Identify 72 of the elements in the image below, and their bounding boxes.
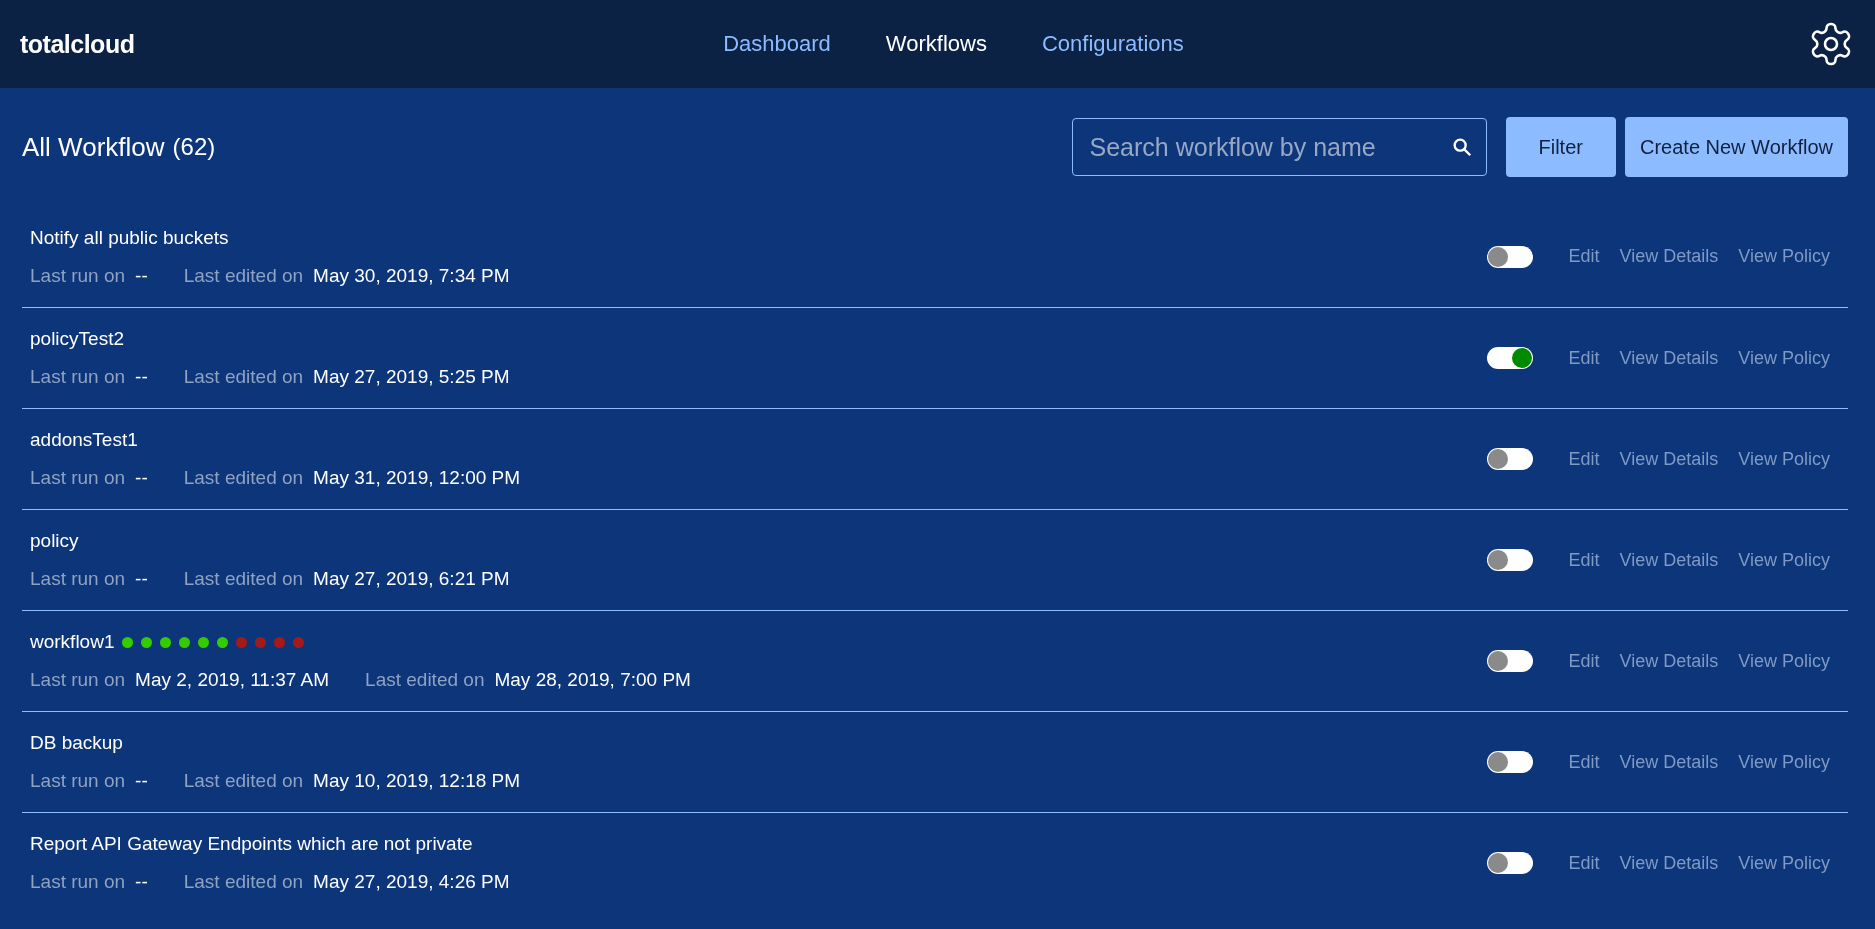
workflow-name: workflow1 <box>30 631 115 653</box>
meta-value: -- <box>135 871 148 893</box>
meta-label: Last run on <box>30 366 126 388</box>
toggle-switch[interactable] <box>1486 650 1533 672</box>
action-link[interactable]: Edit <box>1568 448 1600 470</box>
meta-label: Last run on <box>30 770 126 792</box>
meta-value: -- <box>135 770 148 792</box>
meta-label: Last run on <box>30 669 126 691</box>
toggle-switch[interactable] <box>1486 852 1533 874</box>
search-field[interactable]: Search workflow by name <box>1071 118 1487 176</box>
toggle-switch[interactable] <box>1486 549 1533 571</box>
action-link[interactable]: View Details <box>1619 751 1719 773</box>
action-link[interactable]: View Policy <box>1738 751 1830 773</box>
workflow-name: DB backup <box>30 732 123 754</box>
action-link[interactable]: Edit <box>1568 347 1600 369</box>
filter-button[interactable]: Filter <box>1505 117 1616 177</box>
workflow-name: policy <box>30 530 79 552</box>
action-link[interactable]: View Details <box>1619 347 1719 369</box>
meta-value: -- <box>135 467 148 489</box>
action-link[interactable]: View Policy <box>1738 448 1830 470</box>
logo: totalcloud <box>20 29 135 59</box>
action-link[interactable]: View Details <box>1619 246 1719 267</box>
meta-label: Last edited on <box>183 871 304 893</box>
nav-link[interactable]: Dashboard <box>723 31 831 57</box>
action-link[interactable]: View Policy <box>1738 650 1830 672</box>
meta-label: Last edited on <box>183 366 304 388</box>
action-link[interactable]: Edit <box>1568 751 1600 773</box>
meta-label: Last edited on <box>365 669 485 691</box>
meta-label: Last edited on <box>183 770 304 792</box>
action-link[interactable]: Edit <box>1568 650 1600 672</box>
action-link[interactable]: View Details <box>1619 852 1719 874</box>
meta-label: Last run on <box>30 467 126 489</box>
meta-label: Last edited on <box>183 467 304 489</box>
meta-value: May 28, 2019, 7:00 PM <box>494 669 691 691</box>
toggle-switch[interactable] <box>1486 347 1533 369</box>
action-link[interactable]: View Policy <box>1738 549 1830 571</box>
page-title: All Workflow <box>22 131 165 163</box>
nav-link[interactable]: Workflows <box>885 31 987 57</box>
meta-value: May 2, 2019, 11:37 AM <box>135 669 330 691</box>
workflow-name: Notify all public buckets <box>30 226 229 249</box>
meta-value: May 27, 2019, 4:26 PM <box>313 871 510 893</box>
meta-label: Last edited on <box>183 568 304 590</box>
toggle-switch[interactable] <box>1486 448 1533 470</box>
action-link[interactable]: View Policy <box>1738 347 1830 369</box>
nav-link[interactable]: Configurations <box>1041 31 1184 57</box>
action-link[interactable]: Edit <box>1568 246 1600 267</box>
meta-value: May 10, 2019, 12:18 PM <box>313 770 521 792</box>
action-link[interactable]: Edit <box>1568 549 1600 571</box>
meta-value: -- <box>135 366 148 388</box>
meta-value: May 31, 2019, 12:00 PM <box>313 467 521 489</box>
action-link[interactable]: View Policy <box>1738 852 1830 874</box>
action-link[interactable]: Edit <box>1568 852 1600 874</box>
action-link[interactable]: View Details <box>1619 549 1719 571</box>
meta-label: Last run on <box>30 871 126 893</box>
meta-label: Last run on <box>30 568 126 590</box>
action-link[interactable]: View Policy <box>1738 246 1830 267</box>
workflow-name: addonsTest1 <box>30 429 138 451</box>
meta-value: -- <box>135 264 148 287</box>
toggle-switch[interactable] <box>1486 245 1533 268</box>
workflow-name: Report API Gateway Endpoints which are not private <box>30 833 473 855</box>
meta-label: Last edited on <box>183 264 304 287</box>
meta-value: May 30, 2019, 7:34 PM <box>313 264 510 287</box>
meta-label: Last run on <box>30 264 126 287</box>
toggle-switch[interactable] <box>1486 751 1533 773</box>
create-workflow-button[interactable]: Create New Workflow <box>1624 117 1848 177</box>
action-link[interactable]: View Details <box>1619 448 1719 470</box>
workflow-count: (62) <box>172 133 216 161</box>
meta-value: May 27, 2019, 5:25 PM <box>313 366 510 388</box>
meta-value: -- <box>135 568 148 590</box>
workflow-name: policyTest2 <box>30 328 124 350</box>
action-link[interactable]: View Details <box>1619 650 1719 672</box>
meta-value: May 27, 2019, 6:21 PM <box>313 568 510 590</box>
